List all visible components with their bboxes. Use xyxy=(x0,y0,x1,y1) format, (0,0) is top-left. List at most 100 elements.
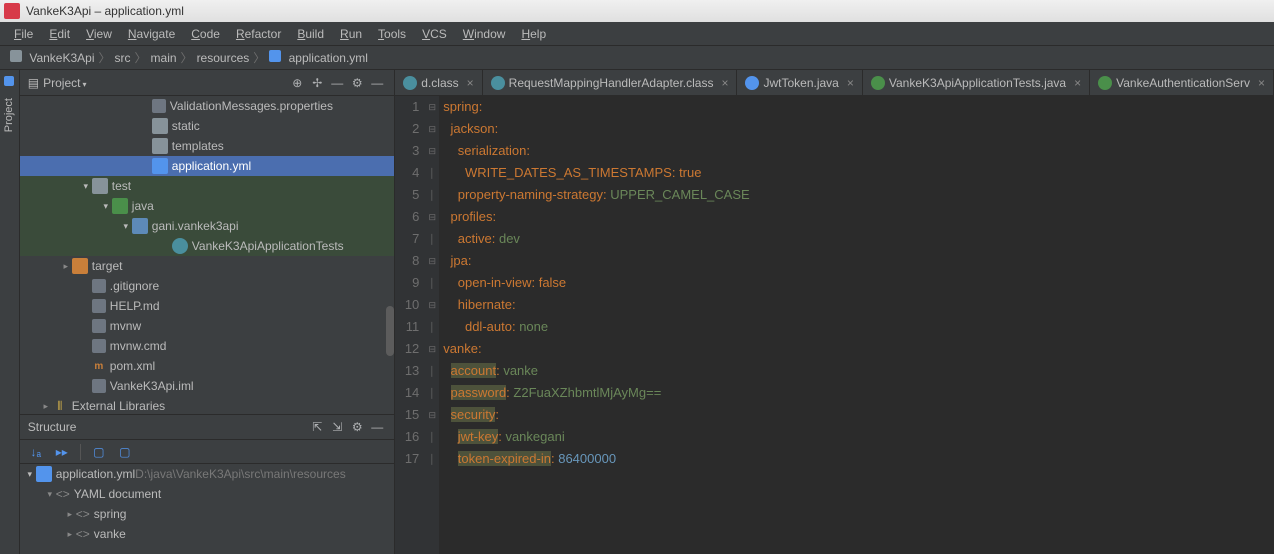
breadcrumb-item[interactable]: resources xyxy=(197,51,250,65)
structure-panel-title[interactable]: Structure xyxy=(28,420,307,434)
collapse-icon[interactable]: ⇲ xyxy=(328,418,346,436)
fold-marker[interactable]: ⊟ xyxy=(425,206,439,228)
structure-tree[interactable]: ▾application.yml D:\java\VankeK3Api\src\… xyxy=(20,464,395,554)
structure-settings-icon[interactable]: ⚙ xyxy=(348,418,366,436)
tree-item[interactable]: ▾java xyxy=(20,196,395,216)
chevron-icon[interactable]: ▸ xyxy=(64,509,76,520)
menu-vcs[interactable]: VCS xyxy=(414,27,455,41)
project-tool-icon[interactable] xyxy=(4,76,14,86)
chevron-down-icon[interactable]: ▾ xyxy=(24,469,36,480)
file-type-icon xyxy=(1098,76,1112,90)
tree-item[interactable]: mpom.xml xyxy=(20,356,395,376)
fold-marker[interactable]: ⊟ xyxy=(425,250,439,272)
settings-gear-icon[interactable]: ⚙ xyxy=(348,74,366,92)
code-editor[interactable]: 1234567891011121314151617 ⊟⊟⊟││⊟│⊟│⊟│⊟││… xyxy=(395,96,1274,554)
show-inherited-icon[interactable]: ▢ xyxy=(115,442,135,462)
tree-item[interactable]: ▸target xyxy=(20,256,395,276)
breadcrumb-item[interactable]: application.yml xyxy=(269,50,368,65)
file-type-icon xyxy=(491,76,505,90)
line-number: 10 xyxy=(395,294,419,316)
java-icon xyxy=(172,238,188,254)
expand-icon[interactable]: ⇱ xyxy=(308,418,326,436)
editor-tab[interactable]: RequestMappingHandlerAdapter.class× xyxy=(483,70,738,95)
line-number: 7 xyxy=(395,228,419,250)
project-tree[interactable]: ValidationMessages.propertiesstatictempl… xyxy=(20,96,395,414)
tree-item[interactable]: HELP.md xyxy=(20,296,395,316)
main-area: Project ▤ Project▾ ⊕ ✢ — ⚙ — ValidationM… xyxy=(0,70,1274,554)
tree-item[interactable]: static xyxy=(20,116,395,136)
menu-tools[interactable]: Tools xyxy=(370,27,414,41)
close-tab-icon[interactable]: × xyxy=(721,76,728,90)
editor-tab[interactable]: d.class× xyxy=(395,70,482,95)
locate-icon[interactable]: ⊕ xyxy=(288,74,306,92)
chevron-down-icon[interactable]: ▾ xyxy=(80,181,92,192)
tree-item[interactable]: .gitignore xyxy=(20,276,395,296)
hide-panel-icon[interactable]: — xyxy=(368,74,386,92)
tree-item[interactable]: ▾gani.vankek3api xyxy=(20,216,395,236)
expand-all-icon[interactable]: ✢ xyxy=(308,74,326,92)
breadcrumb-item[interactable]: main xyxy=(151,51,177,65)
menu-view[interactable]: View xyxy=(78,27,120,41)
file-icon xyxy=(92,279,106,293)
close-tab-icon[interactable]: × xyxy=(1258,76,1265,90)
chevron-down-icon[interactable]: ▾ xyxy=(120,221,132,232)
tree-item[interactable]: ▾test xyxy=(20,176,395,196)
chevron-right-icon[interactable]: ▸ xyxy=(60,261,72,272)
tree-item[interactable]: ▸⫴External Libraries xyxy=(20,396,395,414)
tree-item[interactable]: application.yml xyxy=(20,156,395,176)
menu-refactor[interactable]: Refactor xyxy=(228,27,289,41)
scrollbar-thumb[interactable] xyxy=(386,306,394,356)
menu-navigate[interactable]: Navigate xyxy=(120,27,183,41)
menu-window[interactable]: Window xyxy=(455,27,514,41)
hide-structure-icon[interactable]: — xyxy=(368,418,386,436)
tree-item[interactable]: mvnw xyxy=(20,316,395,336)
breadcrumb-separator-icon: 〉 xyxy=(99,49,111,66)
editor-tab[interactable]: JwtToken.java× xyxy=(737,70,862,95)
tree-item[interactable]: templates xyxy=(20,136,395,156)
breadcrumb-item[interactable]: src xyxy=(115,51,131,65)
breadcrumb-item[interactable]: VankeK3Api xyxy=(10,50,95,65)
chevron-down-icon[interactable]: ▾ xyxy=(100,201,112,212)
fold-marker[interactable]: ⊟ xyxy=(425,404,439,426)
structure-item[interactable]: ▸<>vanke xyxy=(20,524,395,544)
menu-run[interactable]: Run xyxy=(332,27,370,41)
menu-build[interactable]: Build xyxy=(289,27,332,41)
chevron-icon[interactable]: ▸ xyxy=(64,529,76,540)
fold-marker[interactable]: ⊟ xyxy=(425,294,439,316)
menu-edit[interactable]: Edit xyxy=(41,27,78,41)
sort-alpha-icon[interactable]: ↓ₐ xyxy=(26,442,46,462)
close-tab-icon[interactable]: × xyxy=(847,76,854,90)
autoscroll-icon[interactable]: ▸▸ xyxy=(52,442,72,462)
menu-code[interactable]: Code xyxy=(183,27,228,41)
editor-tab[interactable]: VankeK3ApiApplicationTests.java× xyxy=(863,70,1090,95)
show-fields-icon[interactable]: ▢ xyxy=(89,442,109,462)
tree-item[interactable]: VankeK3Api.iml xyxy=(20,376,395,396)
project-view-icon: ▤ xyxy=(28,76,39,90)
chevron-right-icon[interactable]: ▸ xyxy=(40,401,52,412)
structure-item[interactable]: ▸<>spring xyxy=(20,504,395,524)
close-tab-icon[interactable]: × xyxy=(467,76,474,90)
fold-marker[interactable]: ⊟ xyxy=(425,118,439,140)
structure-item[interactable]: ▾<>YAML document xyxy=(20,484,395,504)
navigation-breadcrumb: VankeK3Api〉src〉main〉resources〉 applicati… xyxy=(0,46,1274,70)
menu-file[interactable]: File xyxy=(6,27,41,41)
project-tool-label[interactable]: Project xyxy=(3,98,15,132)
fold-marker[interactable]: ⊟ xyxy=(425,338,439,360)
tree-item[interactable]: VankeK3ApiApplicationTests xyxy=(20,236,395,256)
structure-toolbar: ↓ₐ ▸▸ ▢ ▢ xyxy=(20,440,395,464)
line-number: 14 xyxy=(395,382,419,404)
tree-item[interactable]: mvnw.cmd xyxy=(20,336,395,356)
fold-marker[interactable]: ⊟ xyxy=(425,96,439,118)
editor-tab[interactable]: VankeAuthenticationServ× xyxy=(1090,70,1274,95)
close-tab-icon[interactable]: × xyxy=(1074,76,1081,90)
structure-root[interactable]: ▾application.yml D:\java\VankeK3Api\src\… xyxy=(20,464,395,484)
line-number: 1 xyxy=(395,96,419,118)
code-content[interactable]: spring: jackson: serialization: WRITE_DA… xyxy=(439,96,1274,554)
chevron-icon[interactable]: ▾ xyxy=(44,489,56,500)
menu-help[interactable]: Help xyxy=(513,27,554,41)
tree-item[interactable]: ValidationMessages.properties xyxy=(20,96,395,116)
project-panel-title[interactable]: Project▾ xyxy=(43,76,286,90)
fold-marker[interactable]: ⊟ xyxy=(425,140,439,162)
collapse-all-icon[interactable]: — xyxy=(328,74,346,92)
fold-gutter[interactable]: ⊟⊟⊟││⊟│⊟│⊟│⊟││⊟││ xyxy=(425,96,439,554)
